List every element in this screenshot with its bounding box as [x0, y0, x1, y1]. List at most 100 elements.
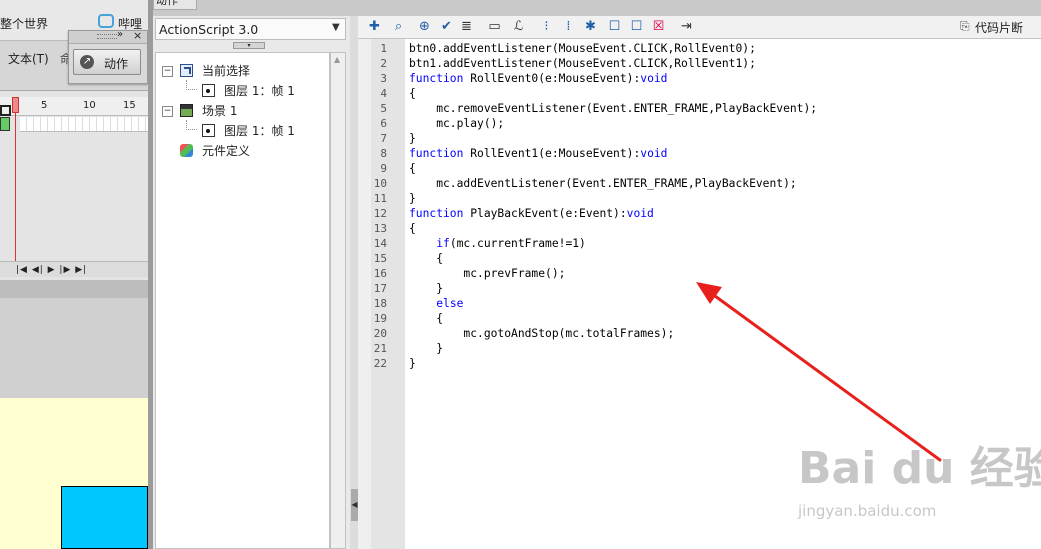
tree-item-frame[interactable]: 图层 1：帧 1 — [162, 82, 322, 100]
line-number: 9 — [380, 162, 387, 175]
playhead[interactable] — [12, 97, 19, 267]
symbol-definition-icon — [180, 144, 193, 157]
line-number: 5 — [380, 102, 387, 115]
tree-item-symbol-definitions[interactable]: 元件定义 — [162, 142, 322, 160]
line-number: 12 — [373, 207, 387, 220]
code-line[interactable]: mc.removeEventListener(Event.ENTER_FRAME… — [409, 101, 817, 116]
floating-panel-titlebar[interactable]: » × — [69, 29, 147, 44]
actionscript-version-select[interactable]: ActionScript 3.0 ▼ — [155, 18, 346, 40]
code-line[interactable]: } — [409, 191, 416, 206]
code-line[interactable]: mc.play(); — [409, 116, 504, 131]
target-icon[interactable]: ⊕ — [416, 18, 433, 35]
code-line[interactable]: mc.gotoAndStop(mc.totalFrames); — [409, 326, 674, 341]
keyword-token: void — [640, 72, 668, 85]
movie-clip-shape[interactable] — [61, 486, 148, 549]
tree-item-scene[interactable]: − 场景 1 — [162, 102, 322, 120]
line-number: 2 — [380, 57, 387, 70]
editor-left-margin — [358, 39, 371, 549]
close-icon[interactable]: × — [133, 29, 142, 42]
code-line[interactable]: } — [409, 341, 443, 356]
tree-item-label: 当前选择 — [202, 64, 251, 78]
keyword-token: else — [436, 297, 464, 310]
watermark-logo: Bai du 经验 — [798, 443, 1041, 494]
tree-item-current-selection[interactable]: − 当前选择 — [162, 62, 322, 80]
timeline-panel: 1 5 10 15 |◀ ◀| ▶ |▶ ▶| — [0, 90, 148, 281]
actions-panel-tab[interactable]: 动作 — [153, 0, 197, 10]
frame-icon — [202, 84, 215, 97]
split-handle-icon[interactable]: ▾ — [233, 42, 265, 49]
code-line[interactable]: mc.addEventListener(Event.ENTER_FRAME,Pl… — [409, 176, 796, 191]
code-hint-icon[interactable]: ▭ — [486, 18, 503, 35]
keyword-token: function — [409, 147, 464, 160]
find-icon[interactable]: ⌕ — [390, 18, 407, 35]
pasteboard — [0, 298, 148, 398]
code-line[interactable]: { — [409, 161, 416, 176]
menu-item-text[interactable]: 文本(T) — [8, 50, 49, 67]
arrow-head — [696, 282, 722, 304]
line-number: 6 — [380, 117, 387, 130]
code-line[interactable]: btn1.addEventListener(MouseEvent.CLICK,R… — [409, 56, 756, 71]
watermark-url: jingyan.baidu.com — [798, 502, 937, 520]
line-number: 18 — [373, 297, 387, 310]
add-icon[interactable]: ✚ — [366, 18, 383, 35]
ruler-label: 15 — [123, 100, 136, 111]
apply-block-comment-icon[interactable]: ☐ — [606, 18, 623, 35]
current-selection-icon — [180, 64, 193, 77]
actions-button-label: 动作 — [104, 57, 129, 71]
tree-item-frame[interactable]: 图层 1：帧 1 — [162, 122, 322, 140]
code-snippets-button[interactable]: 代码片断 — [975, 19, 1023, 36]
outline-toggle-icon[interactable] — [0, 105, 11, 116]
tree-item-label: 元件定义 — [202, 144, 251, 158]
scroll-up-icon[interactable]: ▲ — [334, 55, 340, 64]
actions-button[interactable]: ↗ 动作 — [73, 49, 141, 75]
playback-controls[interactable]: |◀ ◀| ▶ |▶ ▶| — [0, 261, 148, 277]
keyword-token: void — [626, 207, 654, 220]
collapse-toggle-icon[interactable]: − — [162, 66, 173, 77]
debug-options-icon[interactable]: ℒ — [510, 18, 527, 35]
chevron-down-icon: ▼ — [332, 22, 340, 33]
line-number: 1 — [380, 42, 387, 55]
actionscript-version-value: ActionScript 3.0 — [159, 22, 259, 37]
code-line[interactable]: function RollEvent1(e:MouseEvent):void — [409, 146, 667, 161]
code-line[interactable]: if(mc.currentFrame!=1) — [409, 236, 586, 251]
apply-line-comment-icon[interactable]: ☐ — [628, 18, 645, 35]
code-line[interactable]: { — [409, 86, 416, 101]
collapse-selection-icon[interactable]: ⁞ — [560, 18, 577, 35]
check-syntax-icon[interactable]: ✔ — [438, 18, 455, 35]
code-line[interactable]: { — [409, 251, 443, 266]
auto-format-icon[interactable]: ≣ — [458, 18, 475, 35]
tree-item-label: 图层 1：帧 1 — [224, 124, 295, 138]
code-line[interactable]: } — [409, 356, 416, 371]
code-line[interactable]: mc.prevFrame(); — [409, 266, 565, 281]
code-line[interactable]: } — [409, 281, 443, 296]
line-number: 15 — [373, 252, 387, 265]
code-line[interactable]: btn0.addEventListener(MouseEvent.CLICK,R… — [409, 41, 756, 56]
collapse-icon[interactable]: » — [117, 29, 123, 40]
code-line[interactable]: else — [409, 296, 463, 311]
keyword-token: function — [409, 207, 464, 220]
collapse-between-braces-icon[interactable]: ⁝ — [538, 18, 555, 35]
collapse-toggle-icon[interactable]: − — [162, 106, 173, 117]
playhead-handle[interactable] — [12, 97, 19, 113]
remove-comment-icon[interactable]: ☒ — [650, 18, 667, 35]
drag-grip-icon[interactable] — [97, 34, 117, 39]
show-hide-toolbox-icon[interactable]: ⇥ — [678, 18, 695, 35]
code-line[interactable]: { — [409, 221, 416, 236]
expand-all-icon[interactable]: ✱ — [582, 18, 599, 35]
collapse-left-icon[interactable]: ◀ — [351, 489, 358, 521]
code-line[interactable]: { — [409, 311, 443, 326]
code-line[interactable]: function PlayBackEvent(e:Event):void — [409, 206, 654, 221]
tree-scrollbar[interactable]: ▲ — [330, 52, 346, 549]
keyword-token: if — [436, 237, 450, 250]
line-number: 16 — [373, 267, 387, 280]
actions-icon: ↗ — [80, 55, 94, 69]
bilibili-icon — [98, 14, 114, 28]
layer-color-icon[interactable] — [0, 117, 10, 131]
line-number: 7 — [380, 132, 387, 145]
line-number: 13 — [373, 222, 387, 235]
timeline-frames[interactable] — [20, 117, 148, 132]
code-line[interactable]: function RollEvent0(e:MouseEvent):void — [409, 71, 667, 86]
code-snippets-icon[interactable]: ⎘ — [960, 19, 970, 34]
keyword-token: void — [640, 147, 668, 160]
code-line[interactable]: } — [409, 131, 416, 146]
